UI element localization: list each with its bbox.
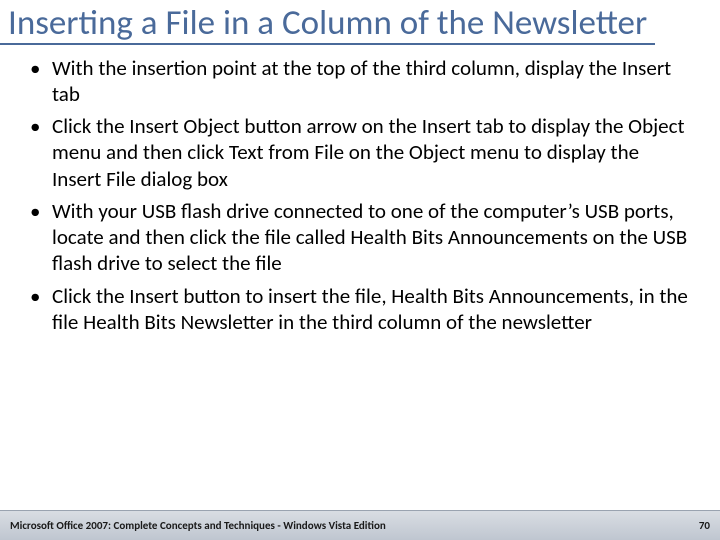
footer-text: Microsoft Office 2007: Complete Concepts… — [10, 519, 386, 532]
slide-footer: Microsoft Office 2007: Complete Concepts… — [0, 510, 720, 540]
bullet-item: Click the Insert Object button arrow on … — [22, 113, 690, 192]
page-number: 70 — [699, 519, 710, 532]
bullet-item: With your USB flash drive connected to o… — [22, 198, 690, 277]
bullet-list: With the insertion point at the top of t… — [22, 55, 690, 336]
bullet-item: With the insertion point at the top of t… — [22, 55, 690, 108]
slide-title: Inserting a File in a Column of the News… — [0, 0, 655, 45]
title-wrap: Inserting a File in a Column of the News… — [0, 0, 720, 45]
bullet-item: Click the Insert button to insert the fi… — [22, 283, 690, 336]
slide: Inserting a File in a Column of the News… — [0, 0, 720, 540]
slide-content: With the insertion point at the top of t… — [0, 45, 720, 336]
